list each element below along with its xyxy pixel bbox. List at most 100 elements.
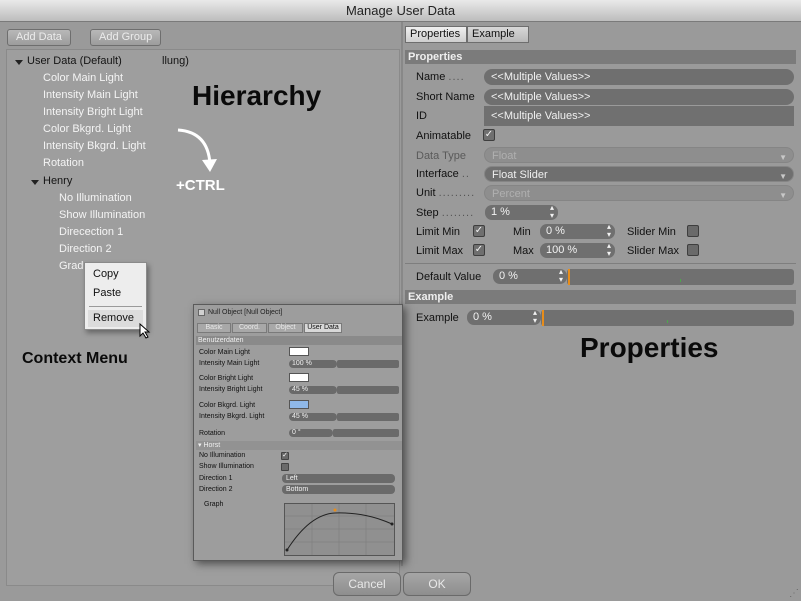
- inset-direction1-dropdown[interactable]: Left: [282, 474, 395, 483]
- limit-min-checkbox[interactable]: ✓: [473, 225, 485, 237]
- attribute-manager-inset: Null Object [Null Object] Basic Coord. O…: [193, 304, 403, 561]
- inset-intensity-bright-slider[interactable]: [337, 386, 399, 394]
- curved-arrow-icon: [177, 128, 217, 172]
- tree-group-henry[interactable]: Henry: [43, 175, 72, 187]
- example-slider[interactable]: [541, 310, 794, 326]
- null-object-icon: [198, 309, 205, 316]
- inset-tab-basic[interactable]: Basic: [197, 323, 231, 333]
- inset-intensity-bkgrd-field[interactable]: 45 %: [289, 413, 337, 421]
- paste-menu-item[interactable]: Paste: [93, 287, 121, 299]
- inset-intensity-main-slider[interactable]: [337, 360, 399, 368]
- tree-item-intensity-bkgrd-light[interactable]: Intensity Bkgrd. Light: [43, 140, 146, 152]
- inset-color-bright-swatch[interactable]: [289, 373, 309, 382]
- add-group-button[interactable]: Add Group: [90, 29, 162, 46]
- inset-section: Benutzerdaten: [196, 336, 402, 345]
- inset-intensity-main-label: Intensity Main Light: [199, 360, 260, 367]
- unit-dropdown[interactable]: Percent ▼: [484, 185, 794, 201]
- inset-color-main-swatch[interactable]: [289, 347, 309, 356]
- inset-group-horst[interactable]: ▾ Horst: [196, 441, 402, 450]
- ok-button[interactable]: OK: [403, 572, 471, 596]
- inset-direction2-label: Direction 2: [199, 486, 233, 493]
- step-stepper[interactable]: 1 % ▴ ▾: [485, 204, 558, 220]
- properties-section-header: Properties: [405, 50, 796, 64]
- window-title: Manage User Data: [0, 0, 801, 22]
- inset-intensity-main-field[interactable]: 100 %: [289, 360, 337, 368]
- expand-triangle-icon[interactable]: [15, 60, 23, 65]
- slider-max-checkbox[interactable]: [687, 244, 699, 256]
- default-value-stepper[interactable]: 0 % ▴ ▾: [493, 268, 567, 284]
- stepper-arrows-icon[interactable]: ▴ ▾: [607, 242, 611, 258]
- tree-item-show-illumination[interactable]: Show Illumination: [59, 209, 145, 221]
- remove-menu-item[interactable]: Remove: [93, 312, 134, 324]
- inset-graph-label: Graph: [204, 501, 224, 508]
- tree-item-color-main-light[interactable]: Color Main Light: [43, 72, 123, 84]
- expand-triangle-icon[interactable]: [31, 180, 39, 185]
- tree-item-direction-1[interactable]: Direcection 1: [59, 226, 123, 238]
- inset-intensity-bright-field[interactable]: 45 %: [289, 386, 337, 394]
- inset-rotation-field[interactable]: 0 °: [289, 429, 333, 437]
- animatable-checkbox[interactable]: ✓: [483, 129, 495, 141]
- tree-item-intensity-bright-light[interactable]: Intensity Bright Light: [43, 106, 143, 118]
- stepper-arrows-icon[interactable]: ▴ ▾: [607, 223, 611, 239]
- data-type-label: Data Type: [416, 150, 466, 162]
- tree-item-grad[interactable]: Grad: [59, 260, 83, 272]
- id-field: <<Multiple Values>>: [484, 106, 794, 126]
- inset-rotation-slider[interactable]: [333, 429, 399, 437]
- example-stepper[interactable]: 0 % ▴ ▾: [467, 309, 541, 325]
- tab-properties[interactable]: Properties: [405, 26, 467, 43]
- hierarchy-annotation: Hierarchy: [192, 80, 322, 111]
- tab-example[interactable]: Example: [467, 26, 529, 43]
- min-label: Min: [513, 226, 531, 238]
- limit-max-label: Limit Max: [416, 245, 464, 257]
- tree-item-no-illumination[interactable]: No Illumination: [59, 192, 132, 204]
- max-label: Max: [513, 245, 534, 257]
- inset-show-illumination-checkbox[interactable]: [281, 463, 289, 471]
- stepper-arrows-icon[interactable]: ▴ ▾: [559, 268, 563, 284]
- mouse-cursor-icon: [139, 323, 151, 339]
- limit-min-label: Limit Min: [416, 226, 461, 238]
- name-field[interactable]: <<Multiple Values>>: [484, 69, 794, 85]
- tree-item-rotation[interactable]: Rotation: [43, 157, 84, 169]
- chevron-down-icon: ▼: [779, 172, 787, 181]
- inset-color-bright-label: Color Bright Light: [199, 375, 254, 382]
- short-name-field[interactable]: <<Multiple Values>>: [484, 89, 794, 105]
- cancel-button[interactable]: Cancel: [333, 572, 401, 596]
- tree-root[interactable]: User Data (Default): [27, 55, 122, 67]
- inset-intensity-bright-label: Intensity Bright Light: [199, 386, 263, 393]
- default-value-slider[interactable]: [567, 269, 794, 285]
- limit-max-checkbox[interactable]: ✓: [473, 244, 485, 256]
- stepper-arrows-icon[interactable]: ▴ ▾: [533, 309, 537, 325]
- properties-annotation: Properties: [580, 332, 719, 363]
- inset-direction2-dropdown[interactable]: Bottom: [282, 485, 395, 494]
- inset-no-illumination-label: No Illumination: [199, 452, 246, 459]
- inset-rotation-label: Rotation: [199, 430, 226, 437]
- inset-color-bkgrd-swatch[interactable]: [289, 400, 309, 409]
- stepper-arrows-icon[interactable]: ▴ ▾: [550, 204, 554, 220]
- tree-item-direction-2[interactable]: Direction 2: [59, 243, 112, 255]
- inset-show-illumination-label: Show Illumination: [199, 463, 254, 470]
- tree-item-intensity-main-light[interactable]: Intensity Main Light: [43, 89, 138, 101]
- tree-item-color-bkgrd-light[interactable]: Color Bkgrd. Light: [43, 123, 131, 135]
- inset-tab-user-data[interactable]: User Data: [304, 323, 342, 333]
- inset-no-illumination-checkbox[interactable]: ✓: [281, 452, 289, 460]
- inset-graph-spline[interactable]: [284, 503, 395, 556]
- unit-label: Unit .........: [416, 187, 476, 199]
- resize-grip-icon[interactable]: ⋰: [789, 588, 799, 599]
- default-value-label: Default Value: [416, 271, 482, 283]
- copy-menu-item[interactable]: Copy: [93, 268, 119, 280]
- slider-handle[interactable]: [568, 269, 570, 285]
- max-stepper[interactable]: 100 % ▴ ▾: [540, 242, 615, 258]
- inset-tab-object[interactable]: Object: [268, 323, 303, 333]
- slider-min-checkbox[interactable]: [687, 225, 699, 237]
- min-stepper[interactable]: 0 % ▴ ▾: [540, 223, 615, 239]
- interface-label: Interface ..: [416, 168, 470, 180]
- slider-handle[interactable]: [542, 310, 544, 326]
- interface-dropdown[interactable]: Float Slider ▼: [484, 166, 794, 182]
- example-section-header: Example: [405, 290, 796, 304]
- add-data-button[interactable]: Add Data: [7, 29, 71, 46]
- inset-intensity-bkgrd-slider[interactable]: [337, 413, 399, 421]
- spline-curve: [285, 504, 394, 555]
- data-type-dropdown[interactable]: Float ▼: [484, 147, 794, 163]
- inset-tab-coord[interactable]: Coord.: [232, 323, 267, 333]
- slider-tick: [667, 320, 668, 323]
